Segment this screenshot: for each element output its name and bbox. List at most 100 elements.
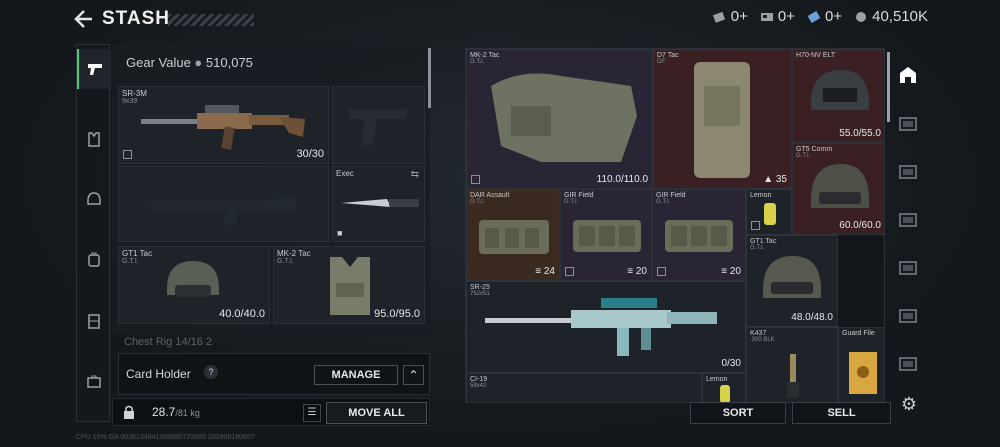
slot-armor[interactable]: MK-2 Tac G.T.I. 95.0/95.0 <box>273 246 425 324</box>
rail-tab-armor[interactable] <box>77 119 111 159</box>
coin-icon <box>856 11 867 22</box>
sell-button[interactable]: SELL <box>792 402 891 424</box>
slot-primary-caliber: 9x39 <box>122 98 138 105</box>
lock-icon: ■ <box>337 228 343 238</box>
currency-coin[interactable]: 40,510K <box>854 8 928 25</box>
stash-tab-6[interactable] <box>895 302 921 328</box>
swap-icon[interactable]: ⇆ <box>411 169 419 180</box>
backpack-icon <box>88 252 100 267</box>
helmet-image <box>167 261 219 297</box>
item-name: Lemon <box>750 192 772 199</box>
stash-item-lemon-1[interactable]: Lemon <box>746 189 792 235</box>
rail-tab-weapons[interactable] <box>77 49 111 89</box>
rail-tab-case[interactable] <box>77 361 111 401</box>
gem-icon <box>807 10 821 23</box>
back-button[interactable] <box>74 10 96 30</box>
currency-ticket[interactable]: 0+ <box>712 8 748 25</box>
weight-current: 28.7 <box>152 405 176 419</box>
item-durability: 60.0/60.0 <box>839 220 881 231</box>
stash-item-lemon-2[interactable]: Lemon <box>702 373 746 402</box>
item-brand: G.T.I. <box>564 199 579 205</box>
unlock-icon <box>471 175 480 184</box>
weight-max: /81 kg <box>175 408 200 418</box>
item-capacity-value: 35 <box>775 174 787 185</box>
coin-icon: ● <box>194 55 203 70</box>
slot-melee[interactable]: Exec ⇆ ■ <box>332 166 425 242</box>
vest-image <box>330 257 370 315</box>
stash-item-ammo-k437[interactable]: K437 .300 BLK <box>746 327 838 402</box>
currency-gem[interactable]: 0+ <box>807 8 842 25</box>
file-image <box>849 352 877 394</box>
slot-armor-brand: G.T.I. <box>277 258 294 265</box>
rail-tab-rig[interactable] <box>77 301 111 341</box>
stash-item-armor-mk2[interactable]: MK-2 Tac G.T.I. 110.0/110.0 <box>466 49 653 189</box>
currency-card[interactable]: 0+ <box>760 8 795 25</box>
rifle-placeholder-icon <box>151 197 297 225</box>
page-title: STASH <box>102 8 170 29</box>
list-view-icon[interactable]: ☰ <box>303 404 321 422</box>
slot-pistol-empty[interactable] <box>332 86 425 164</box>
currency-ticket-value: 0+ <box>730 8 748 25</box>
nvg-helmet-image <box>811 70 869 110</box>
settings-gear-icon[interactable]: ⚙ <box>899 394 919 414</box>
stash-item-guard-file[interactable]: Guard File <box>838 327 884 402</box>
stash-item-nvg-helmet[interactable]: H70-NV ELT 55.0/55.0 <box>792 49 884 143</box>
stash-item-rig-dar[interactable]: DAR Assault G.T.I. ≡ 24 <box>466 189 560 281</box>
weight-lock-icon <box>122 404 136 420</box>
slot-helmet[interactable]: GT1 Tac G.T.I. 40.0/40.0 <box>118 246 270 324</box>
title-decoration <box>168 14 254 26</box>
card-holder-label: Card Holder <box>126 367 191 381</box>
unlock-icon <box>565 267 574 276</box>
item-brand: 58x42 <box>470 383 487 389</box>
slot-helmet-name: GT1 Tac <box>122 249 153 258</box>
stash-item-helmet-gt1[interactable]: GT1 Tac G.T.I. 48.0/48.0 <box>746 235 838 327</box>
currency-card-value: 0+ <box>777 8 795 25</box>
stash-tab-5[interactable] <box>895 254 921 280</box>
slot-helmet-durability: 40.0/40.0 <box>219 308 265 320</box>
rail-tab-helmet[interactable] <box>77 179 111 219</box>
stash-item-helmet-gt5[interactable]: GT5 Comm G.T.I. 60.0/60.0 <box>792 143 884 235</box>
item-brand: G.T.I. <box>656 199 671 205</box>
unlock-icon <box>657 267 666 276</box>
help-icon[interactable]: ? <box>204 365 218 379</box>
stash-item-rig-gir-1[interactable]: GIR Field G.T.I. ≡ 20 <box>560 189 652 281</box>
ticket-icon <box>712 11 725 23</box>
pistol-icon <box>88 64 102 75</box>
stash-scrollbar[interactable] <box>887 52 890 122</box>
category-rail <box>76 44 111 422</box>
rig-image <box>573 220 641 252</box>
stash-tab-home[interactable] <box>895 62 921 88</box>
case-icon <box>87 375 101 388</box>
chevron-up-icon[interactable]: ⌃ <box>403 365 424 385</box>
item-durability: 48.0/48.0 <box>791 312 833 323</box>
item-brand: G.T.I. <box>470 59 485 65</box>
rifle-image <box>141 105 305 150</box>
home-icon <box>900 67 916 83</box>
stash-tab-7[interactable] <box>895 350 921 376</box>
slot-melee-name: Exec <box>336 169 354 178</box>
tab-box-icon <box>899 261 917 275</box>
item-capacity-value: 20 <box>635 266 647 277</box>
item-durability: 55.0/55.0 <box>839 128 881 139</box>
stash-tab-4[interactable] <box>895 206 921 232</box>
currency-gem-value: 0+ <box>825 8 843 25</box>
item-name: Lemon <box>706 376 728 383</box>
stash-tab-rail <box>893 48 923 428</box>
stash-tab-3[interactable] <box>895 158 921 184</box>
manage-button[interactable]: MANAGE <box>314 365 398 385</box>
slot-secondary-weapon-empty[interactable] <box>118 166 329 242</box>
stash-item-backpack-d7[interactable]: D7 Tac DF ▲ 35 <box>653 49 792 189</box>
slot-primary-weapon[interactable]: SR-3M 9x39 30/30 <box>118 86 329 164</box>
rifle-image <box>485 298 717 356</box>
gear-scrollbar[interactable] <box>428 48 431 108</box>
stash-item-rig-gir-2[interactable]: GIR Field G.T.I. ≡ 20 <box>652 189 746 281</box>
sort-button[interactable]: SORT <box>690 402 786 424</box>
move-all-button[interactable]: MOVE ALL <box>326 402 427 424</box>
stash-item-rifle-sr25[interactable]: SR-25 762x51 0/30 <box>466 281 746 373</box>
stash-tab-2[interactable] <box>895 110 921 136</box>
stash-item-rifle-ci19[interactable]: CI-19 58x42 <box>466 373 702 402</box>
unlock-icon <box>123 150 132 159</box>
weight-readout: 28.7/81 kg <box>152 405 200 419</box>
can-image <box>764 203 776 225</box>
rail-tab-bag[interactable] <box>77 239 111 279</box>
